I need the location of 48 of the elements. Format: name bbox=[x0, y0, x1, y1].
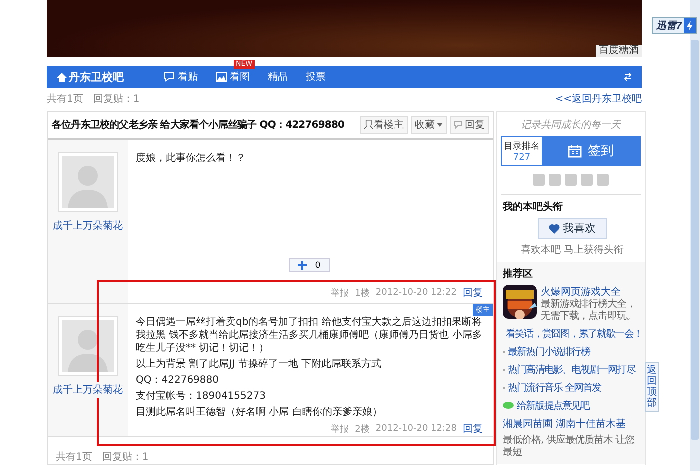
section-heading: 我的本吧头衔 bbox=[503, 200, 564, 214]
nav-item[interactable]: 精品 bbox=[268, 70, 288, 84]
forum-name[interactable]: 丹东卫校吧 bbox=[57, 70, 124, 84]
ad-text: 最低价格, 供应最优质苗木 让您最短 bbox=[503, 435, 636, 459]
nav-item[interactable]: 投票 bbox=[306, 70, 326, 84]
rank-number: 727 bbox=[513, 152, 531, 162]
recommend-link[interactable]: 最新热门小说排行榜 bbox=[503, 345, 642, 359]
author-name[interactable]: 成千上万朵菊花 bbox=[53, 382, 123, 398]
page-count: 共有1页 bbox=[47, 94, 84, 105]
post-text: 以上为背景 割了此屌JJ 节操碎了一地 下附此屌联系方式 bbox=[136, 358, 382, 371]
recommend-link[interactable]: 看笑话，赏囧图，累了就歇一会！ bbox=[503, 327, 642, 341]
back-to-top-button[interactable]: 返回顶部 bbox=[645, 362, 659, 412]
sign-in-button[interactable]: 签到 bbox=[542, 137, 640, 165]
ad-text: 最新游戏排行榜大全，无需下载，点击即玩。 bbox=[541, 299, 637, 323]
page-count: 共有1页 bbox=[56, 450, 92, 464]
forum-title: 丹东卫校吧 bbox=[69, 70, 124, 84]
vote-button[interactable]: 0 bbox=[289, 258, 330, 272]
post-text: 今日偶遇一屌丝打着卖qb的名号加了扣扣 给他支付宝大款之后这边扣扣果断将我拉黑 钱不多就当给此屌接济生活多买几桶康师傅吧（康师傅乃日货也 小屌多吃生儿子没** 切记！切记！） bbox=[136, 316, 483, 355]
rank-label: 目录排名 bbox=[504, 140, 540, 152]
feedback-link[interactable]: 给新版提点意见吧 bbox=[503, 399, 642, 413]
thread-button[interactable]: 只看楼主 bbox=[360, 116, 408, 134]
download-badge[interactable]: 迅雷7 bbox=[652, 17, 697, 34]
ad-title[interactable]: 湘晨园苗圃 湖南十佳苗木基 bbox=[503, 417, 642, 431]
post-text: QQ：422769880 bbox=[136, 374, 220, 387]
reply-count: 回复贴：1 bbox=[102, 450, 149, 464]
post-text: 度娘，此事你怎么看！？ bbox=[136, 152, 247, 165]
reply-link[interactable]: 回复 bbox=[463, 286, 483, 300]
reply-link[interactable]: 回复 bbox=[463, 422, 483, 436]
ad-title[interactable]: 火爆网页游戏大全 bbox=[541, 285, 642, 299]
post-time: 2012-10-20 12:22 bbox=[376, 288, 457, 298]
thread-title: 各位丹东卫校的父老乡亲 给大家看个小屌丝骗子 QQ：422769880 bbox=[52, 118, 346, 132]
like-hint: 喜欢本吧 马上获得头衔 bbox=[520, 244, 626, 257]
recommend-link[interactable]: 热门流行音乐 全网首发 bbox=[503, 381, 642, 395]
nav-item[interactable]: 看贴 bbox=[164, 70, 198, 84]
back-link[interactable]: <<返回丹东卫校吧 bbox=[555, 92, 642, 106]
floor-number: 1楼 bbox=[355, 288, 370, 300]
thread-button[interactable]: 回复 bbox=[450, 116, 489, 134]
reply-count: 回复贴：1 bbox=[93, 94, 140, 105]
post-time: 2012-10-20 12:28 bbox=[376, 424, 457, 434]
post-text: 支付宝帐号：18904155273 bbox=[136, 390, 267, 403]
floor-number: 2楼 bbox=[355, 424, 370, 436]
section-heading: 推荐区 bbox=[503, 268, 534, 281]
thread-button[interactable]: 收藏 bbox=[411, 116, 447, 134]
like-button[interactable]: 我喜欢 bbox=[538, 218, 607, 239]
post-text: 目测此屌名叫王德智（好名啊 小屌 白瞎你的亲爹亲娘） bbox=[136, 406, 384, 419]
recommend-link[interactable]: 热门高清电影、电视剧一网打尽 bbox=[503, 363, 642, 377]
banner-caption: 百度糖酒 bbox=[596, 45, 642, 57]
slogan: 记录共同成长的每一天 bbox=[520, 118, 622, 133]
